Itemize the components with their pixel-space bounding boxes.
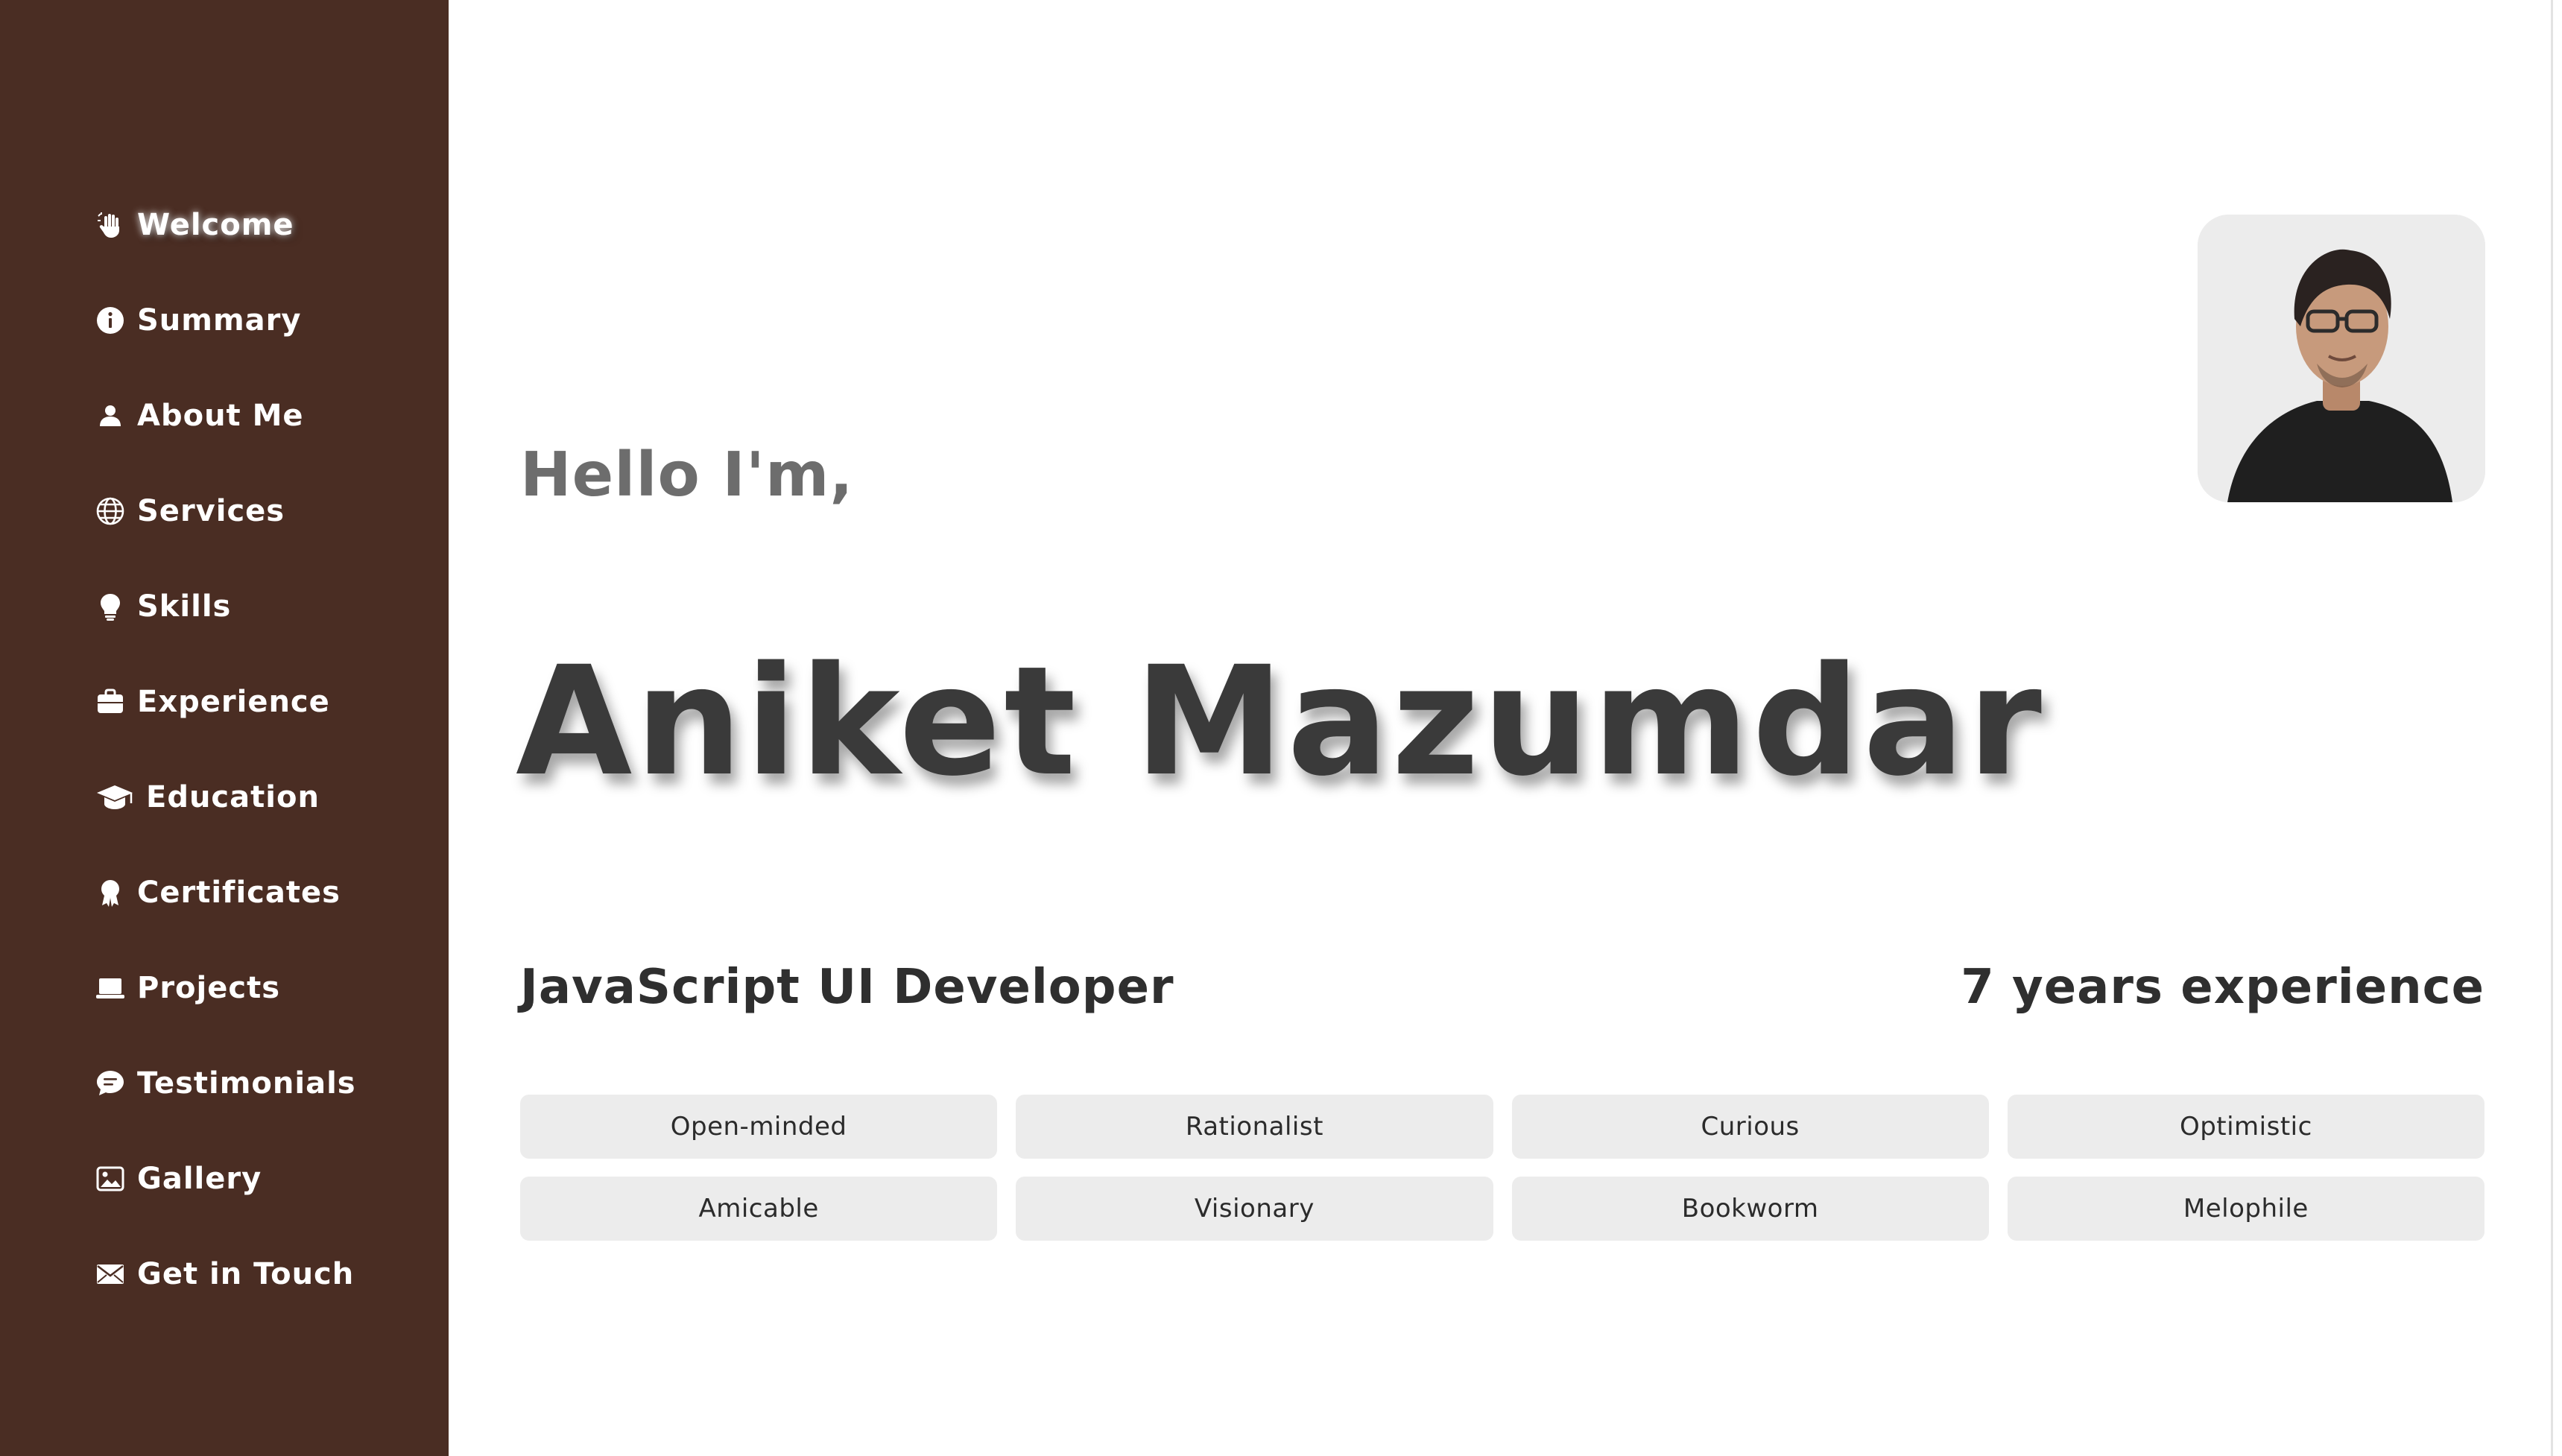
sidebar-item-summary[interactable]: Summary — [95, 273, 438, 368]
hero-name: Aniket Mazumdar — [516, 633, 2045, 809]
sidebar-item-certificates[interactable]: Certificates — [95, 845, 438, 940]
profile-photo — [2198, 215, 2485, 502]
trait-chip: Bookworm — [1511, 1177, 1989, 1241]
info-icon — [95, 306, 125, 335]
briefcase-icon — [95, 687, 125, 717]
sidebar-item-label: Gallery — [137, 1162, 262, 1196]
sidebar-item-skills[interactable]: Skills — [95, 559, 438, 654]
scrollbar-edge — [2551, 0, 2553, 1456]
sidebar-item-label: Certificates — [137, 876, 341, 910]
sidebar-item-label: Skills — [137, 589, 232, 624]
sidebar-item-label: Experience — [137, 685, 330, 719]
traits-grid: Open-minded Rationalist Curious Optimist… — [520, 1095, 2484, 1241]
trait-chip: Amicable — [520, 1177, 998, 1241]
sidebar: Welcome Summary About Me Services Skills — [0, 0, 449, 1456]
lightbulb-icon — [95, 592, 125, 621]
trait-chip: Open-minded — [520, 1095, 998, 1159]
sidebar-item-label: Projects — [137, 971, 281, 1005]
experience-years: 7 years experience — [1961, 960, 2484, 1015]
sidebar-nav: Welcome Summary About Me Services Skills — [95, 177, 438, 1322]
sidebar-item-label: Testimonials — [137, 1066, 356, 1101]
job-title: JavaScript UI Developer — [520, 960, 1174, 1015]
sidebar-item-label: Summary — [137, 303, 302, 338]
sidebar-item-label: Education — [146, 780, 320, 814]
globe-icon — [95, 496, 125, 526]
sidebar-item-gallery[interactable]: Gallery — [95, 1131, 438, 1226]
user-icon — [95, 401, 125, 431]
sidebar-item-label: Services — [137, 494, 285, 528]
sidebar-item-label: About Me — [137, 399, 304, 433]
sidebar-item-welcome[interactable]: Welcome — [95, 177, 438, 273]
sidebar-item-label: Welcome — [137, 208, 294, 242]
trait-chip: Optimistic — [2007, 1095, 2484, 1159]
trait-chip: Visionary — [1016, 1177, 1493, 1241]
greeting: Hello I'm, — [520, 440, 854, 510]
trait-chip: Melophile — [2007, 1177, 2484, 1241]
graduation-cap-icon — [95, 782, 134, 812]
waving-hand-icon — [95, 210, 125, 240]
sidebar-item-label: Get in Touch — [137, 1257, 355, 1291]
sidebar-item-about-me[interactable]: About Me — [95, 368, 438, 463]
comment-icon — [95, 1069, 125, 1098]
main-content: Hello I'm, Aniket Mazumdar JavaScript UI… — [449, 0, 2550, 1456]
sidebar-item-services[interactable]: Services — [95, 463, 438, 559]
sidebar-item-projects[interactable]: Projects — [95, 940, 438, 1036]
sidebar-item-get-in-touch[interactable]: Get in Touch — [95, 1226, 438, 1322]
sidebar-item-education[interactable]: Education — [95, 750, 438, 845]
image-icon — [95, 1164, 125, 1194]
sidebar-item-testimonials[interactable]: Testimonials — [95, 1036, 438, 1131]
envelope-icon — [95, 1259, 125, 1289]
laptop-icon — [95, 973, 125, 1003]
award-icon — [95, 878, 125, 908]
trait-chip: Curious — [1511, 1095, 1989, 1159]
sidebar-item-experience[interactable]: Experience — [95, 654, 438, 750]
trait-chip: Rationalist — [1016, 1095, 1493, 1159]
